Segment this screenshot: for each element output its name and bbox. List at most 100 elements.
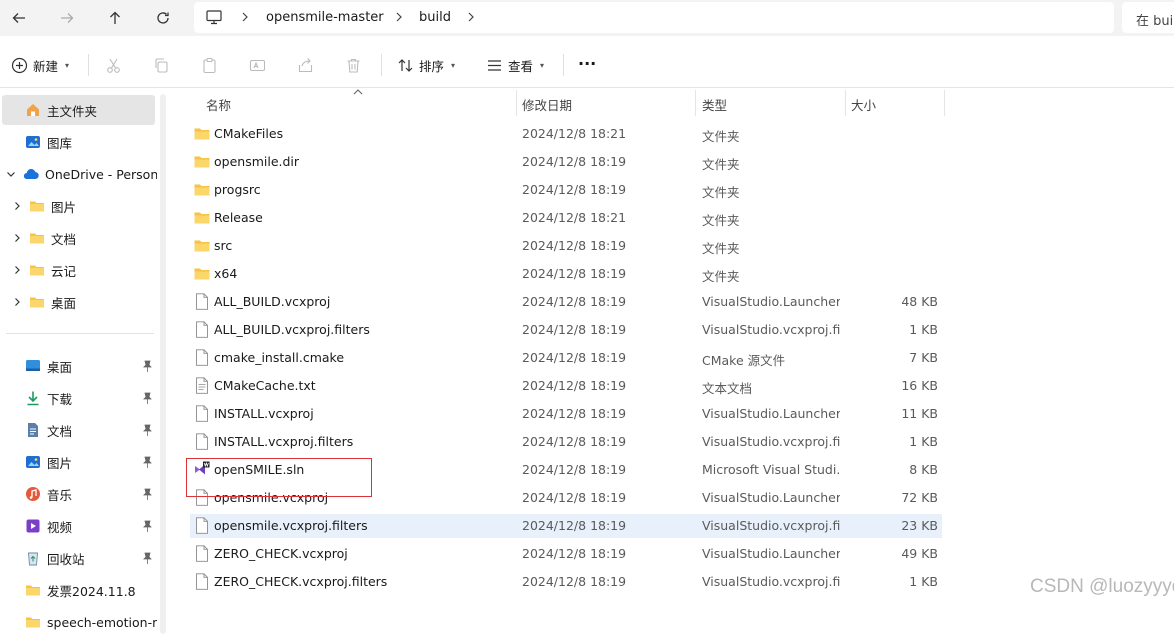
breadcrumb-item-build[interactable]: build (419, 10, 451, 25)
sidebar-item-home[interactable]: 主文件夹 (2, 95, 155, 125)
chevron-right-icon[interactable] (394, 11, 404, 23)
sidebar-item-onedrive[interactable]: OneDrive - Person (2, 159, 157, 189)
sidebar-item-pictures[interactable]: 图片 (2, 447, 157, 477)
column-divider[interactable] (516, 90, 517, 116)
file-type: VisualStudio.Launcher... (702, 294, 840, 309)
desktop-icon (24, 358, 41, 375)
file-row[interactable]: CMakeCache.txt 2024/12/8 18:19 文本文档 16 KB (190, 374, 942, 398)
pin-icon[interactable] (142, 424, 153, 436)
file-row[interactable]: ALL_BUILD.vcxproj.filters 2024/12/8 18:19… (190, 318, 942, 342)
file-row[interactable]: CMakeFiles 2024/12/8 18:21 文件夹 (190, 122, 942, 146)
up-button[interactable] (102, 6, 128, 30)
command-bar: 新建 ▾ 排序 ▾ 查看 ▾ ··· (0, 42, 1174, 88)
file-size: 7 KB (909, 350, 938, 365)
pin-icon[interactable] (142, 488, 153, 500)
column-divider[interactable] (695, 90, 696, 116)
rename-button[interactable] (248, 52, 266, 78)
sidebar-item-desktop-onedrive[interactable]: 桌面 (2, 287, 157, 317)
chevron-right-icon[interactable] (12, 265, 22, 275)
video-icon (24, 518, 41, 535)
pin-icon[interactable] (142, 552, 153, 564)
cut-button[interactable] (104, 52, 122, 78)
sidebar-item-documents-onedrive[interactable]: 文档 (2, 223, 157, 253)
file-name: ZERO_CHECK.vcxproj (214, 546, 348, 561)
file-row[interactable]: opensmile.vcxproj.filters 2024/12/8 18:19… (190, 514, 942, 538)
sidebar-item-desktop[interactable]: 桌面 (2, 351, 157, 381)
column-divider[interactable] (845, 90, 846, 116)
more-options-button[interactable]: ··· (578, 50, 596, 76)
sidebar-divider (6, 333, 154, 334)
column-header-name[interactable]: 名称 (206, 92, 231, 116)
file-list: 名称 修改日期 类型 大小 CMakeFiles 2024/12/8 18:21 文… (172, 88, 1174, 638)
forward-button[interactable] (54, 6, 80, 30)
file-modified-date: 2024/12/8 18:19 (522, 378, 627, 393)
file-modified-date: 2024/12/8 18:19 (522, 238, 627, 253)
file-row[interactable]: INSTALL.vcxproj.filters 2024/12/8 18:19 Vi… (190, 430, 942, 454)
sidebar-item-documents[interactable]: 文档 (2, 415, 157, 445)
chevron-right-icon[interactable] (466, 11, 476, 23)
breadcrumb-item-opensmile-master[interactable]: opensmile-master (266, 10, 384, 25)
column-header-type[interactable]: 类型 (702, 92, 727, 116)
pin-icon[interactable] (142, 520, 153, 532)
breadcrumb[interactable]: opensmile-master build (194, 2, 1114, 33)
file-row[interactable]: x64 2024/12/8 18:19 文件夹 (190, 262, 942, 286)
file-row[interactable]: cmake_install.cmake 2024/12/8 18:19 CMake … (190, 346, 942, 370)
file-type: VisualStudio.vcxproj.fi... (702, 434, 840, 449)
file-row[interactable]: INSTALL.vcxproj 2024/12/8 18:19 VisualStud… (190, 402, 942, 426)
column-divider[interactable] (944, 90, 945, 116)
file-size: 11 KB (901, 406, 938, 421)
chevron-right-icon[interactable] (12, 233, 22, 243)
scissors-icon (104, 56, 122, 74)
search-placeholder: 在 bui (1136, 14, 1174, 29)
paste-button[interactable] (200, 52, 218, 78)
chevron-right-icon[interactable] (240, 11, 250, 23)
folder-icon (28, 230, 45, 247)
pin-icon[interactable] (142, 392, 153, 404)
file-row[interactable]: Release 2024/12/8 18:21 文件夹 (190, 206, 942, 230)
folder-icon (28, 198, 45, 215)
file-row[interactable]: progsrc 2024/12/8 18:19 文件夹 (190, 178, 942, 202)
sidebar-scrollbar[interactable] (160, 94, 166, 634)
file-row[interactable]: ZERO_CHECK.vcxproj 2024/12/8 18:19 VisualS… (190, 542, 942, 566)
sidebar-item-videos[interactable]: 视频 (2, 511, 157, 541)
file-name: ZERO_CHECK.vcxproj.filters (214, 574, 388, 589)
column-header-size[interactable]: 大小 (851, 92, 876, 116)
document-icon (24, 422, 41, 439)
file-modified-date: 2024/12/8 18:19 (522, 322, 627, 337)
sidebar-item-music[interactable]: 音乐 (2, 479, 157, 509)
back-button[interactable] (6, 6, 32, 30)
pin-icon[interactable] (142, 456, 153, 468)
chevron-right-icon[interactable] (12, 201, 22, 211)
column-header-date[interactable]: 修改日期 (522, 92, 572, 116)
sidebar-item-label: 图库 (47, 135, 73, 151)
toolbar-divider (88, 54, 89, 76)
new-button[interactable]: 新建 ▾ (10, 52, 69, 78)
file-row[interactable]: src 2024/12/8 18:19 文件夹 (190, 234, 942, 258)
computer-icon[interactable] (206, 10, 222, 25)
file-row[interactable]: ALL_BUILD.vcxproj 2024/12/8 18:19 VisualSt… (190, 290, 942, 314)
sidebar-item-cloudnotes[interactable]: 云记 (2, 255, 157, 285)
copy-button[interactable] (152, 52, 170, 78)
chevron-right-icon[interactable] (12, 297, 22, 307)
share-button[interactable] (296, 52, 314, 78)
pin-icon[interactable] (142, 360, 153, 372)
delete-button[interactable] (344, 52, 362, 78)
file-row[interactable]: opensmile.dir 2024/12/8 18:19 文件夹 (190, 150, 942, 174)
chevron-down-icon[interactable] (6, 169, 16, 179)
search-box[interactable]: 在 bui (1122, 2, 1174, 33)
sidebar-item-downloads[interactable]: 下载 (2, 383, 157, 413)
sidebar-item-pictures-onedrive[interactable]: 图片 (2, 191, 157, 221)
trash-icon (344, 56, 362, 74)
sidebar-item-recycle-bin[interactable]: 回收站 (2, 543, 157, 573)
sidebar-item-invoice-folder[interactable]: 发票2024.11.8 (2, 575, 157, 605)
sidebar-item-speech-emotion-folder[interactable]: speech-emotion-re (2, 607, 157, 637)
file-row[interactable]: ZERO_CHECK.vcxproj.filters 2024/12/8 18:1… (190, 570, 942, 594)
sort-button[interactable]: 排序 ▾ (396, 52, 455, 78)
file-icon (194, 293, 210, 310)
sort-icon (396, 56, 414, 74)
view-button[interactable]: 查看 ▾ (485, 52, 544, 78)
refresh-button[interactable] (150, 6, 176, 30)
sidebar-item-gallery[interactable]: 图库 (2, 127, 157, 157)
file-type: VisualStudio.Launcher... (702, 490, 840, 505)
file-size: 16 KB (901, 378, 938, 393)
